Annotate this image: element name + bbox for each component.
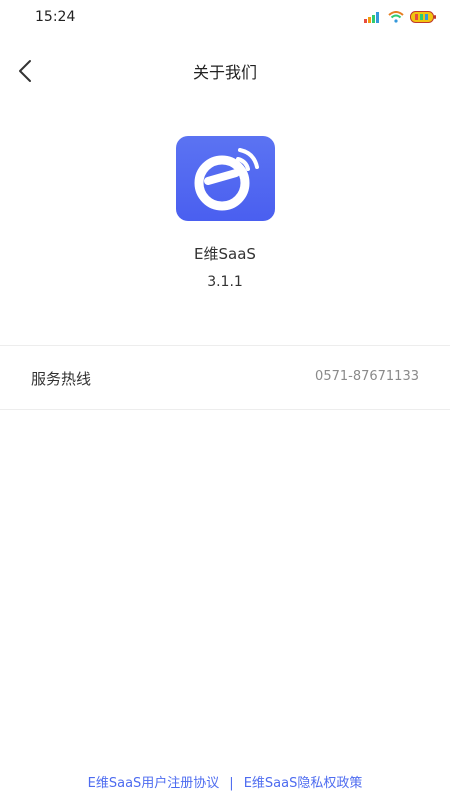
service-hotline-label: 服务热线: [31, 370, 92, 388]
battery-icon: [410, 11, 436, 23]
footer-separator: |: [229, 776, 234, 791]
footer-links: E维SaaS用户注册协议 | E维SaaS隐私权政策: [0, 772, 450, 791]
about-us-screen: 15:24 关于我们 E维SaaS 3.1.1 服务热线 0571-876711…: [0, 0, 450, 800]
e-logo-icon: [194, 147, 259, 210]
app-logo: [176, 136, 275, 221]
user-agreement-link[interactable]: E维SaaS用户注册协议: [88, 776, 220, 791]
wifi-icon: [388, 11, 404, 23]
service-hotline-number[interactable]: 0571-87671133: [315, 369, 419, 384]
app-version: 3.1.1: [207, 274, 243, 290]
divider: [0, 409, 450, 410]
nav-bar: 关于我们: [0, 44, 450, 96]
status-icons: [364, 10, 436, 24]
status-bar: 15:24: [0, 0, 450, 34]
privacy-policy-link[interactable]: E维SaaS隐私权政策: [244, 776, 363, 791]
app-name: E维SaaS: [194, 245, 256, 263]
service-hotline-row[interactable]: 服务热线 0571-87671133: [0, 346, 450, 409]
page-title: 关于我们: [192, 63, 257, 82]
signal-icon: [364, 12, 379, 23]
status-time: 15:24: [35, 9, 76, 25]
